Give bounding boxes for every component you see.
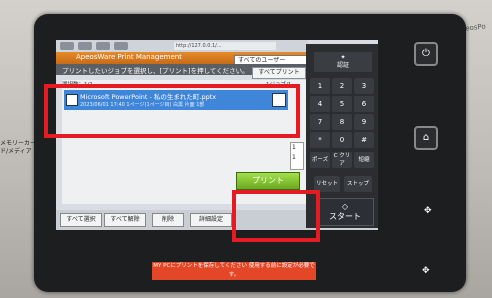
print-button[interactable]: プリント	[236, 172, 300, 190]
nfc-icon-bottom: ✥	[422, 266, 430, 276]
auth-label: 認証	[336, 62, 349, 69]
key-5[interactable]: 5	[332, 96, 352, 112]
app-title: ApeosWare Print Management	[76, 53, 182, 61]
deselect-all-button[interactable]: すべて解除	[104, 213, 146, 227]
highlight-job-list	[44, 84, 300, 138]
stop-button[interactable]: ストップ	[344, 176, 372, 192]
pause-button[interactable]: ポーズ	[310, 152, 330, 168]
highlight-print-button	[232, 190, 320, 242]
key-9[interactable]: 9	[354, 114, 374, 130]
home-button-icon[interactable]: ⌂	[414, 126, 438, 150]
url-field[interactable]: http://127.0.0.1/...	[174, 42, 276, 50]
start-icon: ◇	[341, 202, 349, 211]
home-icon[interactable]	[114, 42, 128, 50]
key-3[interactable]: 3	[354, 78, 374, 94]
key-0[interactable]: 0	[332, 132, 352, 148]
reload-icon[interactable]	[96, 42, 110, 50]
key-icon: ✦	[340, 54, 346, 61]
start-button[interactable]: ◇ スタート	[316, 198, 374, 226]
auth-button[interactable]: ✦ 認証	[314, 52, 372, 72]
select-all-button[interactable]: すべて選択	[60, 213, 102, 227]
dial-button[interactable]: 短縮	[354, 152, 374, 168]
detail-settings-button[interactable]: 詳細設定	[190, 213, 232, 227]
delete-button[interactable]: 削除	[152, 213, 184, 227]
all-print-button[interactable]: すべてプリント	[252, 67, 306, 79]
key-1[interactable]: 1	[310, 78, 330, 94]
key-8[interactable]: 8	[332, 114, 352, 130]
notice-label: MY PCにプリントを保存してください 使用する前に設定が必要です。	[152, 262, 316, 280]
key-2[interactable]: 2	[332, 78, 352, 94]
key-6[interactable]: 6	[354, 96, 374, 112]
instruction-text: プリントしたいジョブを選択し、[プリント]を押してください。	[62, 67, 249, 75]
key-4[interactable]: 4	[310, 96, 330, 112]
key-hash[interactable]: #	[354, 132, 374, 148]
clear-button[interactable]: C クリア	[332, 152, 352, 168]
power-icon[interactable]: ⏻	[414, 42, 438, 66]
scroll-number-top: 1	[292, 144, 296, 151]
nfc-icon: ✥	[424, 206, 432, 216]
key-star[interactable]: *	[310, 132, 330, 148]
back-icon[interactable]	[60, 42, 74, 50]
key-7[interactable]: 7	[310, 114, 330, 130]
scroll-number-bottom: 1	[292, 154, 296, 161]
start-label: スタート	[329, 212, 361, 221]
forward-icon[interactable]	[78, 42, 92, 50]
